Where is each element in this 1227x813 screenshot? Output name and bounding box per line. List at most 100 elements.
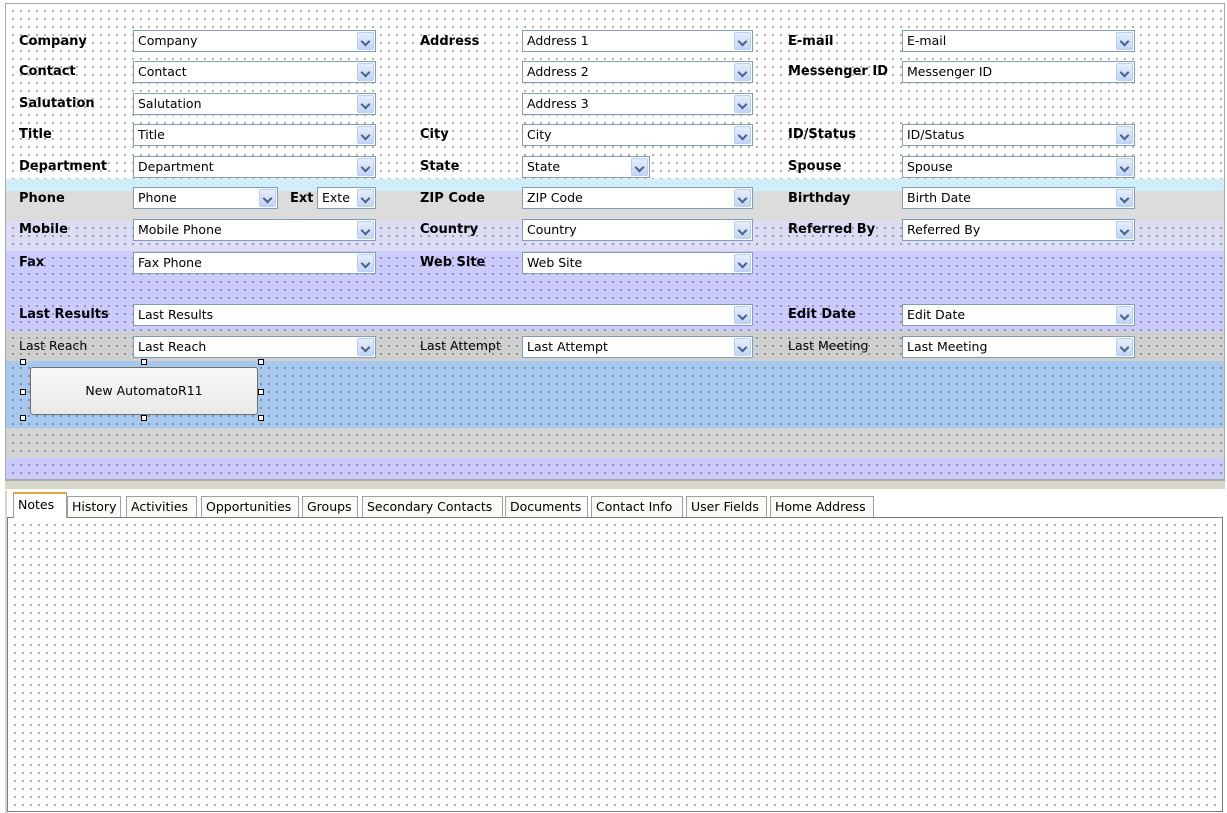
last-results-field[interactable]: Last Results: [133, 304, 753, 326]
zip-label: ZIP Code: [420, 191, 485, 206]
edit-date-field[interactable]: Edit Date: [902, 304, 1135, 326]
tab-notes[interactable]: Notes: [13, 492, 67, 518]
state-value: State: [527, 159, 561, 174]
department-label: Department: [19, 159, 108, 174]
dropdown-arrow-icon[interactable]: [734, 254, 751, 272]
country-field[interactable]: Country: [522, 219, 753, 241]
phone-label: Phone: [19, 191, 65, 206]
title-field[interactable]: Title: [133, 124, 376, 146]
last-meeting-value: Last Meeting: [907, 339, 988, 354]
dropdown-arrow-icon[interactable]: [1116, 63, 1133, 81]
tab-opportunities[interactable]: Opportunities: [201, 496, 299, 517]
company-label: Company: [19, 34, 87, 49]
tab-home-address[interactable]: Home Address: [770, 496, 874, 517]
tab-contact-info[interactable]: Contact Info: [591, 496, 683, 517]
fax-field[interactable]: Fax Phone: [133, 252, 376, 274]
email-field[interactable]: E-mail: [902, 30, 1135, 52]
referred-value: Referred By: [907, 222, 981, 237]
website-label: Web Site: [420, 255, 486, 270]
tab-strip: Notes History Activities Opportunities G…: [5, 490, 1225, 518]
email-value: E-mail: [907, 33, 947, 48]
birthday-field[interactable]: Birth Date: [902, 187, 1135, 209]
spouse-label: Spouse: [788, 159, 842, 174]
dropdown-arrow-icon[interactable]: [734, 221, 751, 239]
dropdown-arrow-icon[interactable]: [357, 221, 374, 239]
dropdown-arrow-icon[interactable]: [259, 189, 276, 207]
dropdown-arrow-icon[interactable]: [1116, 221, 1133, 239]
address1-field[interactable]: Address 1: [522, 30, 753, 52]
idstatus-field[interactable]: ID/Status: [902, 124, 1135, 146]
resize-handle[interactable]: [141, 415, 147, 421]
dropdown-arrow-icon[interactable]: [357, 63, 374, 81]
dropdown-arrow-icon[interactable]: [1116, 158, 1133, 176]
department-value: Department: [138, 159, 214, 174]
mobile-field[interactable]: Mobile Phone: [133, 219, 376, 241]
ext-field[interactable]: Exte: [317, 187, 376, 209]
phone-field[interactable]: Phone: [133, 187, 278, 209]
notes-tab-panel[interactable]: [7, 517, 1223, 812]
address2-value: Address 2: [527, 64, 589, 79]
dropdown-arrow-icon[interactable]: [631, 158, 648, 176]
fax-value: Fax Phone: [138, 255, 202, 270]
department-field[interactable]: Department: [133, 156, 376, 178]
dropdown-arrow-icon[interactable]: [734, 189, 751, 207]
dropdown-arrow-icon[interactable]: [1116, 32, 1133, 50]
dropdown-arrow-icon[interactable]: [357, 158, 374, 176]
spouse-field[interactable]: Spouse: [902, 156, 1135, 178]
dropdown-arrow-icon[interactable]: [1116, 338, 1133, 356]
dropdown-arrow-icon[interactable]: [1116, 306, 1133, 324]
last-meeting-field[interactable]: Last Meeting: [902, 336, 1135, 358]
resize-handle[interactable]: [258, 389, 264, 395]
dropdown-arrow-icon[interactable]: [734, 95, 751, 113]
contact-field[interactable]: Contact: [133, 61, 376, 83]
last-attempt-field[interactable]: Last Attempt: [522, 336, 753, 358]
dropdown-arrow-icon[interactable]: [734, 306, 751, 324]
resize-handle[interactable]: [20, 359, 26, 365]
resize-handle[interactable]: [258, 415, 264, 421]
title-value: Title: [138, 127, 165, 142]
address3-field[interactable]: Address 3: [522, 93, 753, 115]
resize-handle[interactable]: [20, 389, 26, 395]
resize-handle[interactable]: [258, 359, 264, 365]
salutation-label: Salutation: [19, 96, 95, 111]
tab-groups[interactable]: Groups: [302, 496, 358, 517]
dropdown-arrow-icon[interactable]: [734, 338, 751, 356]
address3-value: Address 3: [527, 96, 589, 111]
messenger-field[interactable]: Messenger ID: [902, 61, 1135, 83]
referred-field[interactable]: Referred By: [902, 219, 1135, 241]
tab-user-fields[interactable]: User Fields: [686, 496, 767, 517]
dropdown-arrow-icon[interactable]: [357, 126, 374, 144]
birthday-label: Birthday: [788, 191, 851, 206]
ext-label: Ext: [290, 191, 314, 206]
salutation-field[interactable]: Salutation: [133, 93, 376, 115]
tab-secondary-contacts[interactable]: Secondary Contacts: [362, 496, 503, 517]
dropdown-arrow-icon[interactable]: [734, 32, 751, 50]
company-field[interactable]: Company: [133, 30, 376, 52]
tab-documents[interactable]: Documents: [505, 496, 588, 517]
dropdown-arrow-icon[interactable]: [1116, 189, 1133, 207]
new-automator-button[interactable]: New AutomatoR11: [30, 367, 258, 415]
dropdown-arrow-icon[interactable]: [357, 189, 374, 207]
dropdown-arrow-icon[interactable]: [357, 338, 374, 356]
address2-field[interactable]: Address 2: [522, 61, 753, 83]
dropdown-arrow-icon[interactable]: [357, 32, 374, 50]
country-label: Country: [420, 222, 479, 237]
dropdown-arrow-icon[interactable]: [1116, 126, 1133, 144]
dropdown-arrow-icon[interactable]: [734, 63, 751, 81]
splitter-bar[interactable]: [5, 480, 1225, 490]
birthday-value: Birth Date: [907, 190, 971, 205]
state-field[interactable]: State: [522, 156, 650, 178]
last-results-value: Last Results: [138, 307, 214, 322]
tab-activities[interactable]: Activities: [126, 496, 197, 517]
website-field[interactable]: Web Site: [522, 252, 753, 274]
resize-handle[interactable]: [20, 415, 26, 421]
zip-field[interactable]: ZIP Code: [522, 187, 753, 209]
address1-value: Address 1: [527, 33, 589, 48]
city-field[interactable]: City: [522, 124, 753, 146]
dropdown-arrow-icon[interactable]: [357, 95, 374, 113]
dropdown-arrow-icon[interactable]: [734, 126, 751, 144]
dropdown-arrow-icon[interactable]: [357, 254, 374, 272]
tab-history[interactable]: History: [67, 496, 121, 517]
resize-handle[interactable]: [141, 359, 147, 365]
last-reach-field[interactable]: Last Reach: [133, 336, 376, 358]
